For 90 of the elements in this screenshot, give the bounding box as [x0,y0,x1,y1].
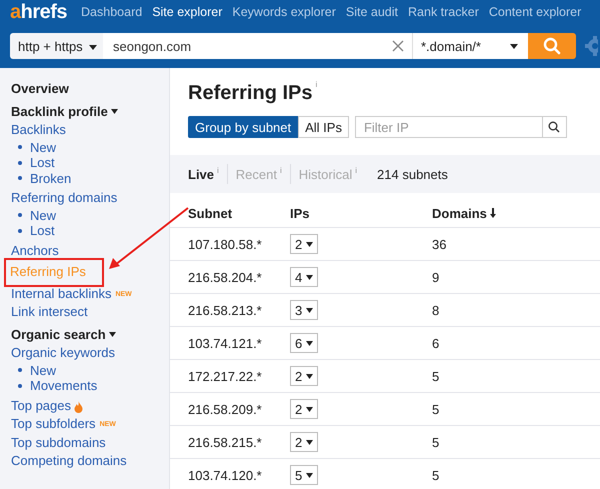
info-mark: i [315,80,318,89]
view-toggle[interactable]: All IPs [298,116,349,138]
sidebar-item[interactable]: Broken [30,170,72,186]
protocol-dropdown[interactable]: http + https [10,33,103,59]
caret-icon [306,242,314,246]
bullet-icon [18,228,22,233]
table-cell: 36 [432,236,446,252]
sidebar-item[interactable]: New [30,140,56,155]
bullet-icon [18,384,22,388]
caret-icon [306,406,314,412]
clear-icon[interactable] [392,40,404,52]
ips-dropdown[interactable]: 4 [290,267,318,287]
caret-icon[interactable] [110,109,118,114]
column-header[interactable]: Domains [432,206,487,220]
nav-link[interactable]: Site explorer [152,5,222,19]
table-cell: 8 [432,302,440,318]
bullet-icon [18,160,22,165]
mode-tab[interactable]: Live [188,166,214,182]
ips-dropdown[interactable]: 3 [290,300,318,320]
filter-field[interactable]: Filter IP [354,116,543,138]
bullet-icon [18,176,22,180]
table-cell: 5 [432,468,440,482]
table-cell: 216.58.209.* [188,402,262,416]
column-header[interactable]: IPs [290,206,310,220]
sidebar-item[interactable]: Movements [30,378,98,394]
sidebar-item[interactable]: Top subfolders [11,415,96,434]
sidebar-item[interactable]: Backlink profile [11,102,108,121]
bullet-icon [18,145,22,150]
table-cell: 5 [432,368,440,384]
view-toggle[interactable]: Group by subnet [188,116,298,138]
ips-dropdown[interactable]: 2 [290,432,318,452]
caret-icon [306,274,314,280]
ips-dropdown[interactable]: 5 [290,465,318,485]
ips-dropdown[interactable]: 2 [290,234,318,254]
nav-link[interactable]: Keywords explorer [232,5,336,19]
nav-link[interactable]: Site audit [346,5,398,19]
table-cell: 216.58.204.* [188,270,262,284]
table-cell: 107.180.58.* [188,236,262,252]
caret-icon[interactable] [108,332,116,338]
caret-icon [89,44,98,50]
info-mark: i [355,166,358,174]
sidebar-item[interactable]: Organic search [11,326,106,344]
info-mark: i [280,166,282,174]
sidebar-item[interactable]: Organic keywords [11,344,116,362]
table-cell: 216.58.215.* [188,434,262,450]
sidebar-item[interactable]: Referring domains [11,189,118,208]
sidebar-item[interactable]: New [30,208,56,223]
mode-dropdown[interactable]: *.domain/* [413,33,528,59]
sidebar-item[interactable]: Overview [11,80,69,98]
url-field[interactable]: seongon.com [103,33,413,59]
caret-icon [306,340,314,346]
bullet-icon [18,213,22,218]
caret-icon [306,440,314,444]
table-cell: 9 [432,270,440,284]
table-cell: 6 [432,336,440,350]
sidebar-item[interactable]: Internal backlinks [11,284,112,303]
table-cell: 216.58.213.* [188,302,262,318]
sidebar-item[interactable]: Anchors [11,242,59,260]
sidebar-item[interactable]: Top subdomains [11,434,106,452]
caret-icon [306,308,314,312]
ips-dropdown[interactable]: 2 [290,399,318,419]
sidebar-item[interactable]: Link intersect [11,303,88,322]
column-header[interactable]: Subnet [188,206,232,220]
sidebar-item[interactable]: Lost [30,155,55,170]
nav-link[interactable]: Dashboard [81,5,142,19]
sidebar-item[interactable]: Backlinks [11,121,66,140]
caret-icon [306,472,314,478]
logo[interactable]: ahrefs [10,1,68,23]
sidebar-item[interactable]: Competing domains [11,452,127,470]
caret-icon [306,374,314,378]
table-cell: 103.74.120.* [188,468,262,482]
ips-dropdown[interactable]: 2 [290,366,318,386]
table-cell: 5 [432,402,440,416]
table-cell: 172.217.22.* [188,368,262,384]
subnet-count: 214 subnets [377,166,448,182]
search-icon [543,37,561,55]
sidebar-item[interactable]: New [30,362,56,378]
ips-dropdown[interactable]: 6 [290,333,318,353]
table-cell: 5 [432,434,440,450]
bullet-icon [18,368,22,372]
sidebar-item[interactable]: Top pages [11,396,71,415]
sidebar-item[interactable]: Lost [30,223,55,238]
page-title: Referring IPs [188,81,312,106]
caret-icon [510,44,518,48]
search-icon [548,121,560,133]
table-cell: 103.74.121.* [188,336,262,350]
search-button[interactable] [542,116,567,138]
nav-link[interactable]: Content explorer [488,5,582,19]
info-mark: i [217,166,219,174]
nav-link[interactable]: Rank tracker [408,5,479,19]
